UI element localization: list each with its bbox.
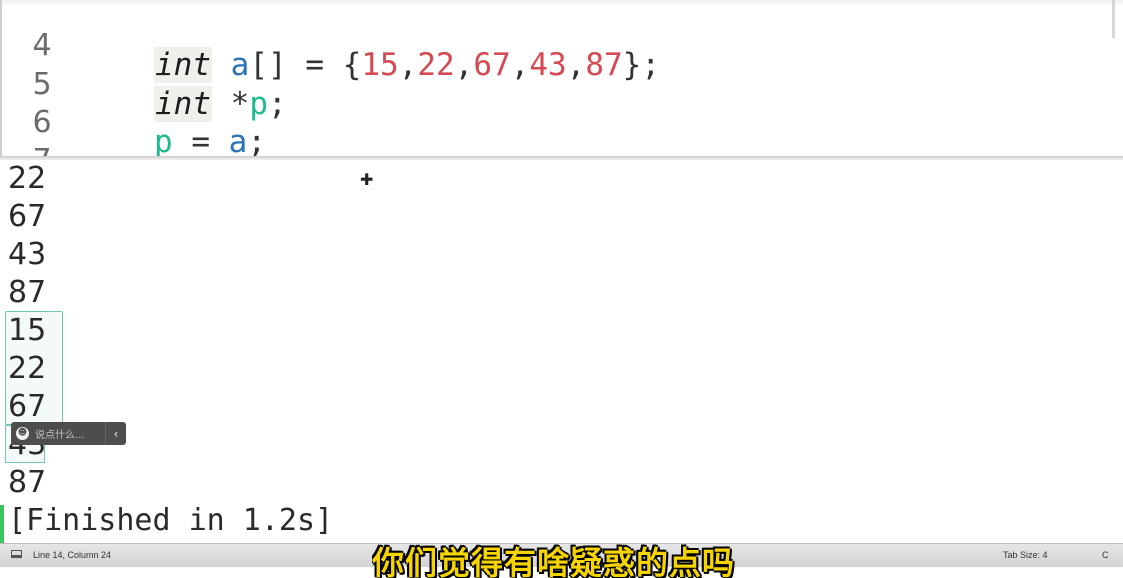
editor-scrollbar[interactable] bbox=[1112, 0, 1115, 38]
code-line[interactable]: 7 for (int i = 0; i < sizeof(a)/sizeof(a… bbox=[2, 123, 1123, 158]
comment-placeholder[interactable]: 说点什么... bbox=[35, 426, 105, 441]
move-cursor-icon: ✚ bbox=[360, 170, 374, 189]
tab-size-selector[interactable]: Tab Size: 4 bbox=[1003, 550, 1048, 560]
user-avatar-icon: ☻ bbox=[16, 427, 29, 440]
video-subtitle: 你们觉得有啥疑惑的点吗 bbox=[372, 544, 736, 578]
output-line[interactable]: 43 bbox=[8, 236, 46, 274]
syntax-selector[interactable]: C bbox=[1102, 550, 1109, 560]
output-line[interactable]: 22 bbox=[8, 160, 46, 198]
code-editor[interactable]: 4 int a[] = {15,22,67,43,87}; 5 int *p; … bbox=[0, 0, 1123, 158]
code-line[interactable]: 6 p = a; bbox=[2, 85, 1123, 158]
cursor-position[interactable]: Line 14, Column 24 bbox=[33, 550, 111, 560]
comment-input-pill[interactable]: ☻ 说点什么... ‹ bbox=[11, 422, 126, 445]
output-line[interactable]: 15 bbox=[8, 312, 46, 350]
output-line[interactable]: 22 bbox=[8, 350, 46, 388]
build-output-panel[interactable]: 22 67 43 87 15 22 67 43 87 [Finished in … bbox=[0, 160, 1123, 543]
panel-toggle-icon[interactable] bbox=[11, 550, 22, 558]
code-line[interactable]: 4 int a[] = {15,22,67,43,87}; bbox=[2, 8, 1123, 83]
chevron-left-icon[interactable]: ‹ bbox=[105, 422, 126, 445]
output-line[interactable]: 67 bbox=[8, 198, 46, 236]
build-finished-message: [Finished in 1.2s] bbox=[8, 503, 334, 538]
build-success-indicator bbox=[0, 505, 4, 543]
editor-top-shadow bbox=[2, 0, 1123, 6]
output-line[interactable]: 87 bbox=[8, 274, 46, 312]
output-line[interactable]: 87 bbox=[8, 464, 46, 502]
output-line[interactable]: 67 bbox=[8, 388, 46, 426]
code-line[interactable]: 5 int *p; bbox=[2, 47, 1123, 122]
